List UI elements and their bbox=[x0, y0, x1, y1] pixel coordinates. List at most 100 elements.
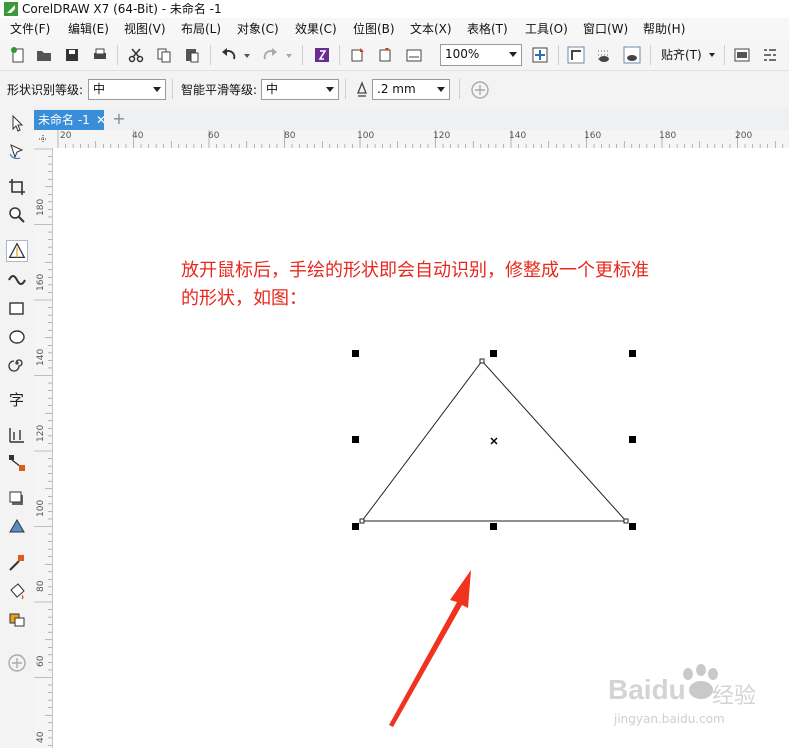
redo-icon[interactable] bbox=[260, 45, 280, 65]
coreldraw-logo-icon bbox=[4, 2, 18, 16]
menu-table[interactable]: 表格(T) bbox=[467, 21, 508, 37]
menu-object[interactable]: 对象(C) bbox=[237, 21, 279, 37]
menu-bitmaps[interactable]: 位图(B) bbox=[353, 21, 395, 37]
drawing-canvas[interactable] bbox=[52, 148, 789, 748]
propbar-separator bbox=[459, 79, 460, 99]
artistic-media-tool-icon[interactable] bbox=[6, 268, 28, 290]
undo-icon[interactable] bbox=[219, 45, 239, 65]
outline-width-select[interactable]: .2 mm bbox=[372, 79, 450, 100]
ruler-label: 60 bbox=[36, 655, 46, 667]
selection-handle[interactable] bbox=[490, 350, 497, 357]
menu-edit[interactable]: 编辑(E) bbox=[68, 21, 109, 37]
transparency-tool-icon[interactable] bbox=[6, 516, 28, 538]
annotation-line: 的形状，如图： bbox=[181, 288, 307, 309]
shape-recognition-select[interactable]: 中 bbox=[88, 79, 166, 100]
vertical-ruler[interactable]: 180 160 140 120 100 80 60 40 bbox=[34, 148, 53, 748]
paste-icon[interactable] bbox=[182, 45, 202, 65]
menu-effects[interactable]: 效果(C) bbox=[295, 21, 337, 37]
selection-handle[interactable] bbox=[629, 350, 636, 357]
crop-tool-icon[interactable] bbox=[6, 176, 28, 198]
zoom-level-select[interactable]: 100% bbox=[440, 44, 522, 66]
eyedropper-tool-icon[interactable] bbox=[6, 552, 28, 574]
export-icon[interactable] bbox=[376, 45, 396, 65]
outline-pen-icon bbox=[357, 81, 367, 97]
window-title: CorelDRAW X7 (64-Bit) - 未命名 -1 bbox=[22, 2, 222, 16]
propbar-separator bbox=[172, 79, 173, 99]
rectangle-tool-icon[interactable] bbox=[6, 298, 28, 320]
show-guidelines-icon[interactable] bbox=[622, 45, 642, 65]
menu-window[interactable]: 窗口(W) bbox=[583, 21, 628, 37]
snap-to-menu[interactable]: 贴齐(T) bbox=[661, 47, 702, 63]
interactive-fill-tool-icon[interactable] bbox=[6, 580, 28, 602]
undo-dropdown-icon[interactable] bbox=[244, 54, 250, 58]
menu-file[interactable]: 文件(F) bbox=[10, 21, 50, 37]
close-icon[interactable]: ✕ bbox=[96, 110, 106, 130]
horizontal-ruler[interactable]: 20 40 60 80 100 120 140 160 180 200 bbox=[52, 130, 789, 149]
shape-tool-icon[interactable] bbox=[6, 140, 28, 162]
show-grid-icon[interactable] bbox=[594, 45, 614, 65]
welcome-screen-icon[interactable] bbox=[732, 45, 752, 65]
smart-drawing-tool-icon[interactable] bbox=[6, 240, 28, 262]
selection-handle[interactable] bbox=[629, 436, 636, 443]
toolbar-separator bbox=[210, 45, 211, 65]
pick-tool-icon[interactable] bbox=[6, 112, 28, 134]
ruler-label: 100 bbox=[36, 499, 46, 517]
selection-handle[interactable] bbox=[352, 523, 359, 530]
spiral-tool-icon[interactable] bbox=[6, 352, 28, 374]
node-handle[interactable] bbox=[359, 518, 365, 524]
ruler-label: 80 bbox=[36, 580, 46, 592]
ruler-label: 180 bbox=[659, 131, 677, 141]
chevron-down-icon bbox=[326, 87, 334, 92]
menu-layout[interactable]: 布局(L) bbox=[181, 21, 221, 37]
ellipse-tool-icon[interactable] bbox=[6, 326, 28, 348]
zoom-tool-icon[interactable] bbox=[6, 204, 28, 226]
copy-icon[interactable] bbox=[154, 45, 174, 65]
ruler-label: 180 bbox=[36, 198, 46, 216]
standard-toolbar: 100% 贴齐(T) bbox=[0, 40, 789, 71]
document-tab[interactable]: 未命名 -1 ✕ bbox=[34, 110, 106, 130]
ruler-origin[interactable] bbox=[34, 130, 52, 148]
new-document-icon[interactable] bbox=[8, 45, 28, 65]
toolbar-separator bbox=[117, 45, 118, 65]
menu-text[interactable]: 文本(X) bbox=[410, 21, 452, 37]
cut-icon[interactable] bbox=[126, 45, 146, 65]
print-icon[interactable] bbox=[90, 45, 110, 65]
search-content-icon[interactable] bbox=[312, 45, 332, 65]
horizontal-ruler-ticks bbox=[57, 130, 784, 148]
annotation-line: 放开鼠标后，手绘的形状即会自动识别，修整成一个更标准 bbox=[181, 260, 649, 281]
rotation-center-icon[interactable] bbox=[490, 437, 498, 445]
parallel-dimension-tool-icon[interactable] bbox=[6, 424, 28, 446]
menu-tools[interactable]: 工具(O) bbox=[525, 21, 568, 37]
text-tool-icon[interactable]: 字 bbox=[6, 388, 28, 410]
add-icon[interactable] bbox=[470, 80, 490, 100]
drop-shadow-tool-icon[interactable] bbox=[6, 488, 28, 510]
smart-fill-tool-icon[interactable] bbox=[6, 608, 28, 630]
svg-text:字: 字 bbox=[9, 391, 24, 409]
smoothing-select[interactable]: 中 bbox=[261, 79, 339, 100]
add-document-tab-icon[interactable]: + bbox=[110, 110, 128, 128]
selection-handle[interactable] bbox=[490, 523, 497, 530]
save-icon[interactable] bbox=[62, 45, 82, 65]
show-rulers-icon[interactable] bbox=[566, 45, 586, 65]
redo-dropdown-icon[interactable] bbox=[286, 54, 292, 58]
selection-handle[interactable] bbox=[629, 523, 636, 530]
menu-view[interactable]: 视图(V) bbox=[124, 21, 166, 37]
snap-dropdown-icon[interactable] bbox=[709, 53, 715, 57]
node-handle[interactable] bbox=[623, 518, 629, 524]
quick-customize-icon[interactable] bbox=[6, 652, 28, 674]
selection-handle[interactable] bbox=[352, 350, 359, 357]
options-icon[interactable] bbox=[760, 45, 780, 65]
ruler-label: 120 bbox=[36, 424, 46, 442]
full-screen-preview-icon[interactable] bbox=[530, 45, 550, 65]
connector-tool-icon[interactable] bbox=[6, 452, 28, 474]
ruler-label: 20 bbox=[60, 131, 72, 141]
publish-pdf-icon[interactable] bbox=[404, 45, 424, 65]
open-folder-icon[interactable] bbox=[34, 45, 54, 65]
menu-help[interactable]: 帮助(H) bbox=[643, 21, 685, 37]
selection-handle[interactable] bbox=[352, 436, 359, 443]
import-icon[interactable] bbox=[348, 45, 368, 65]
toolbox: 字 bbox=[0, 108, 35, 748]
baidu-watermark: Baidu 经验 jingyan.baidu.com bbox=[608, 660, 778, 740]
node-handle[interactable] bbox=[479, 358, 485, 364]
canvas-drawing bbox=[52, 148, 636, 748]
